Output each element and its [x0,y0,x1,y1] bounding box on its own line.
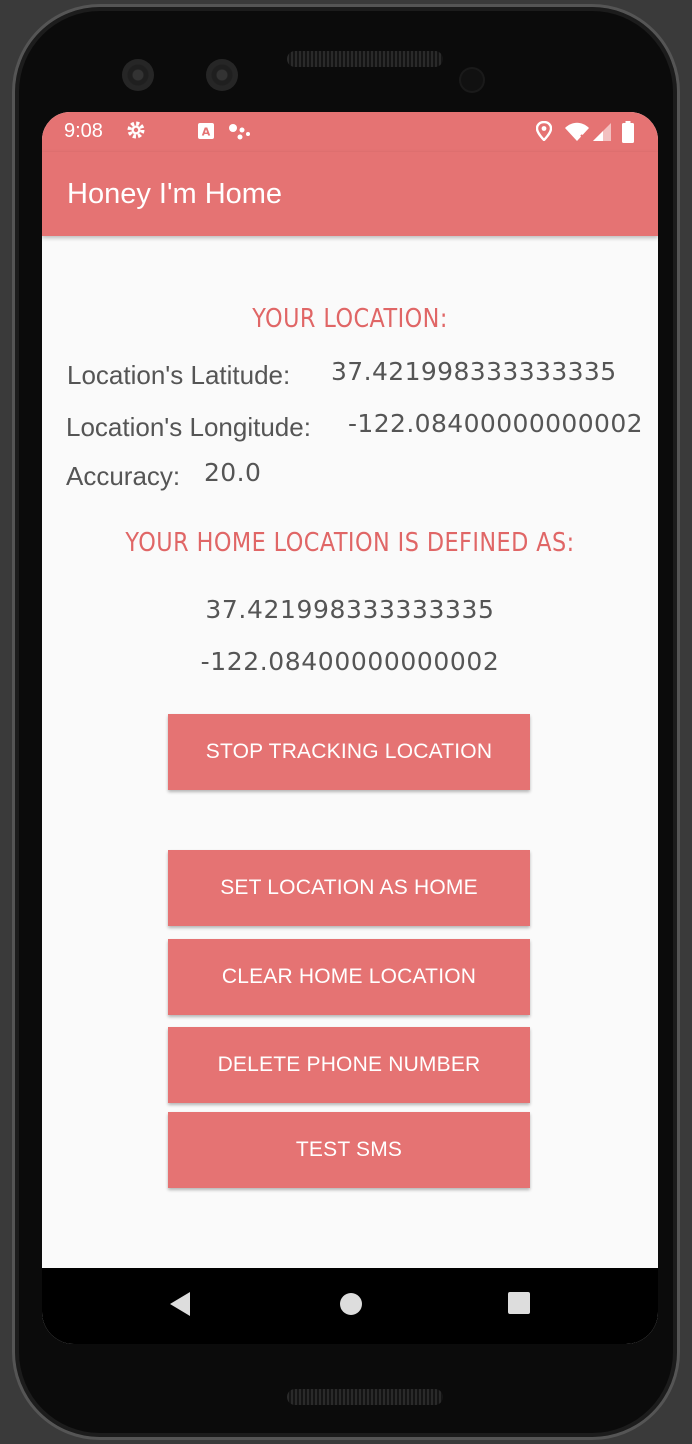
home-latitude-value: 37.421998333333335 [205,595,495,624]
longitude-label: Location's Longitude: [66,412,311,442]
signal-icon [592,122,612,147]
stop-tracking-button[interactable]: STOP TRACKING LOCATION [168,714,530,790]
a-notification-icon: A [198,123,214,144]
home-location-heading: YOUR HOME LOCATION IS DEFINED AS: [125,528,575,558]
clear-home-button[interactable]: CLEAR HOME LOCATION [168,939,530,1015]
test-sms-button[interactable]: TEST SMS [168,1112,530,1188]
latitude-label: Location's Latitude: [67,360,291,390]
accuracy-value: 20.0 [204,458,262,487]
latitude-value: 37.421998333333335 [331,357,617,386]
app-screen: 9:08 A Honey I'm Home YOUR LOCATION: Loc… [42,112,658,1344]
front-camera-icon [206,59,238,91]
accuracy-label: Accuracy: [66,461,181,491]
delete-phone-button[interactable]: DELETE PHONE NUMBER [168,1027,530,1103]
proximity-sensor [461,69,483,91]
location-pin-icon [535,120,553,146]
recents-icon[interactable] [507,1291,531,1320]
gear-icon [126,120,146,145]
home-icon[interactable] [338,1291,364,1322]
status-time: 9:08 [64,120,103,142]
app-title: Honey I'm Home [67,178,283,210]
svg-text:A: A [202,126,211,139]
your-location-heading: YOUR LOCATION: [252,304,448,334]
earpiece-speaker [287,51,443,67]
app-bar: Honey I'm Home [42,152,658,236]
set-home-button[interactable]: SET LOCATION AS HOME [168,850,530,926]
wifi-icon [564,122,590,147]
back-icon[interactable] [168,1290,192,1323]
home-longitude-value: -122.08400000000002 [200,647,500,676]
front-camera-icon [122,59,154,91]
navigation-bar [42,1268,658,1344]
bottom-speaker [287,1389,443,1405]
assistant-dots-icon [228,123,252,146]
battery-icon [622,121,634,148]
status-bar: 9:08 A [42,112,658,152]
longitude-value: -122.08400000000002 [348,409,643,438]
